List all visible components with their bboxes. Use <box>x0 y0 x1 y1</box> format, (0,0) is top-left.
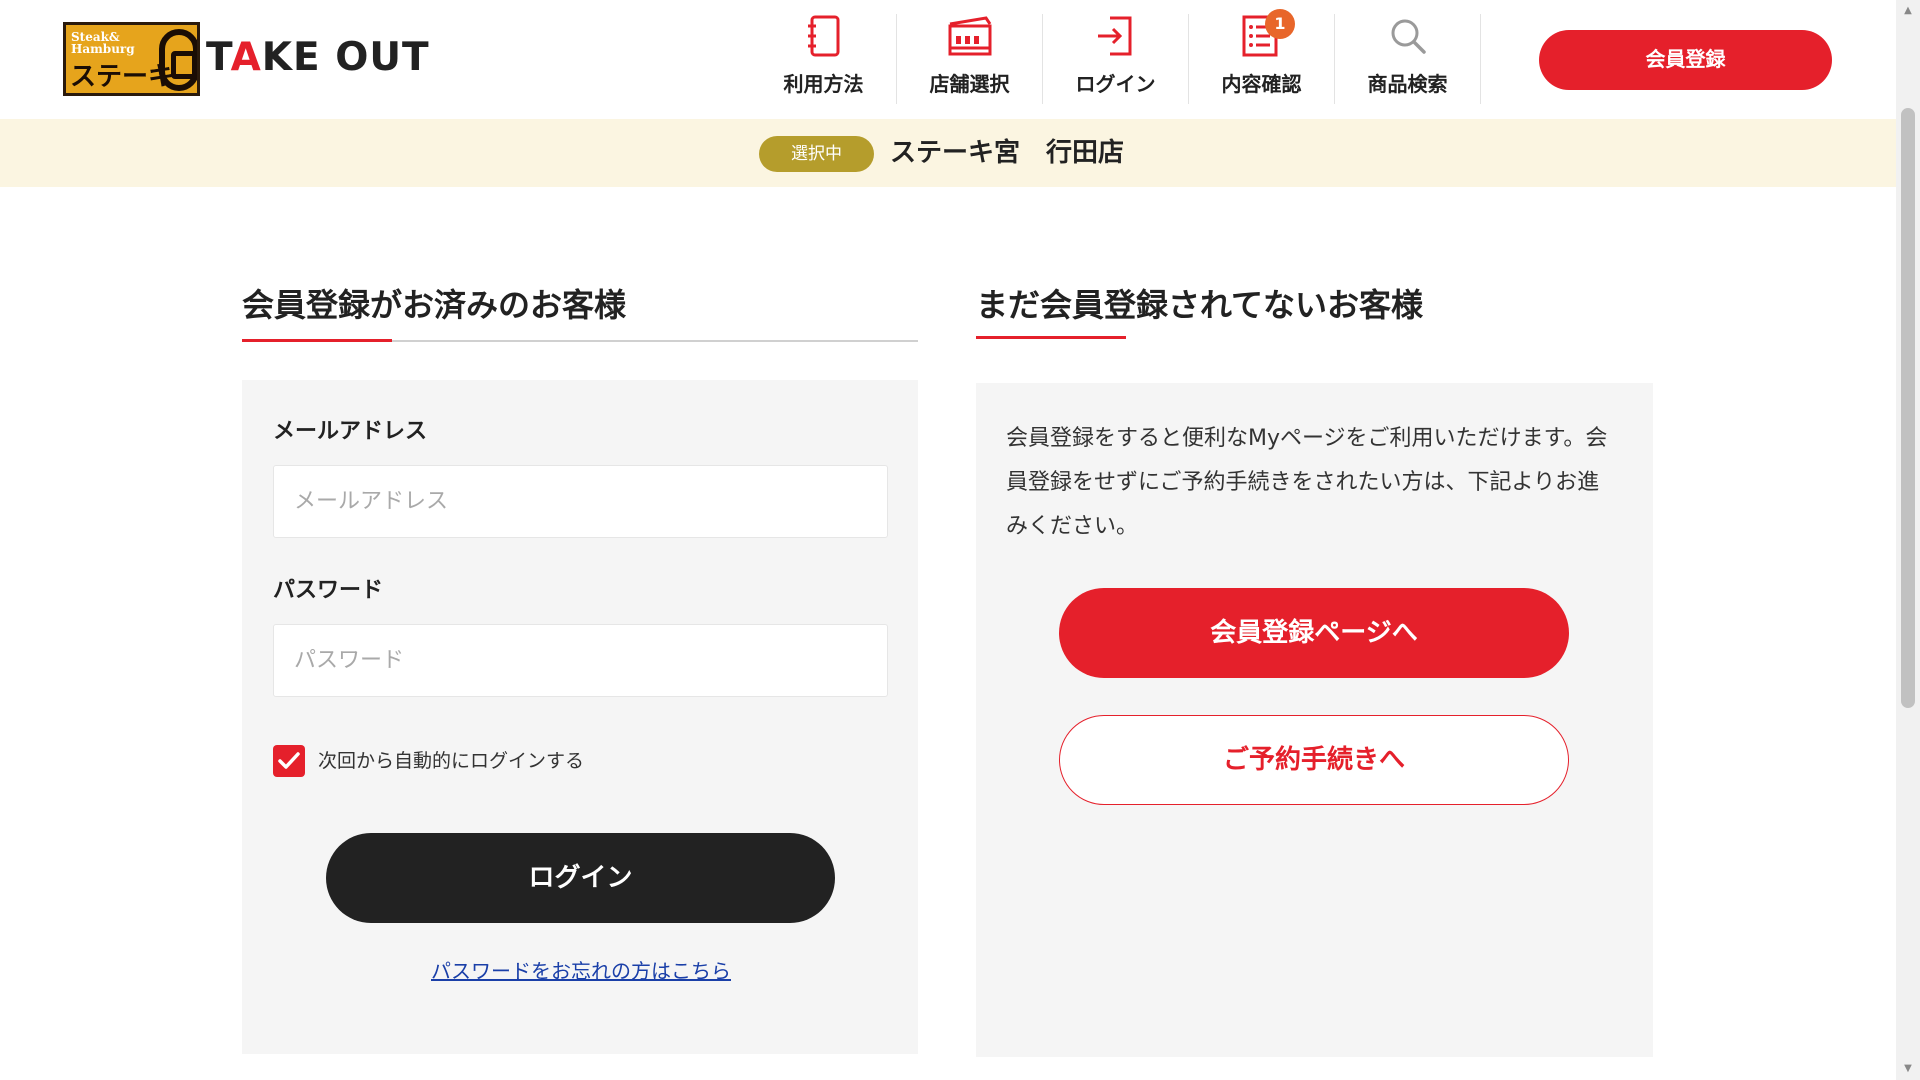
nav-item-guide[interactable]: 利用方法 <box>751 14 897 104</box>
nav-item-store-select[interactable]: 店舗選択 <box>897 14 1043 104</box>
logo-miya-mark-icon <box>159 29 197 91</box>
forgot-password-link[interactable]: パスワードをお忘れの方はこちら <box>372 957 790 985</box>
nav-label-login: ログイン <box>1075 72 1156 96</box>
takeout-a: A <box>230 35 262 80</box>
selected-store-bar: 選択中 ステーキ宮 行田店 <box>0 119 1896 187</box>
nav-label-guide: 利用方法 <box>783 72 864 96</box>
guide-book-icon <box>800 14 848 60</box>
takeout-wordmark: TAKE OUT <box>206 34 430 82</box>
auto-login-label[interactable]: 次回から自動的にログインする <box>318 747 584 775</box>
search-icon <box>1384 14 1432 60</box>
checkmark-icon <box>278 752 300 769</box>
store-icon <box>946 14 994 60</box>
login-button[interactable]: ログイン <box>326 833 835 923</box>
page: Steak& Hamburg ステーキ TAKE OUT 利用方法 店舗選択 ロ… <box>0 0 1920 1080</box>
member-login-title: 会員登録がお済みのお客様 <box>242 286 627 324</box>
nav-label-product-search: 商品検索 <box>1367 72 1448 96</box>
nav-item-login[interactable]: ログイン <box>1043 14 1189 104</box>
nav-item-order-review[interactable]: 内容確認 <box>1189 14 1335 104</box>
logo-steak-hamburg-text: Steak& Hamburg <box>71 30 135 56</box>
cart-count-badge: 1 <box>1265 9 1295 39</box>
takeout-rest: KE OUT <box>261 35 430 80</box>
guest-title-accent <box>976 336 1126 339</box>
guest-description: 会員登録をすると便利なMyページをご利用いただけます。会員登録をせずにご予約手続… <box>1006 426 1608 539</box>
auto-login-checkbox[interactable] <box>273 745 305 777</box>
nav-item-product-search[interactable]: 商品検索 <box>1335 14 1481 104</box>
takeout-t: T <box>206 35 231 80</box>
email-input[interactable] <box>273 465 888 538</box>
guest-title: まだ会員登録されてないお客様 <box>976 286 1424 324</box>
steak-miya-logo[interactable]: Steak& Hamburg ステーキ <box>63 22 200 96</box>
selected-store-name: ステーキ宮 行田店 <box>890 138 1125 168</box>
store-status-pill: 選択中 <box>759 136 874 172</box>
password-label: パスワード <box>273 578 384 603</box>
member-login-title-accent <box>242 339 392 342</box>
page-scrollbar[interactable]: ▲ ▼ <box>1896 0 1920 1080</box>
register-page-button[interactable]: 会員登録ページへ <box>1059 588 1569 678</box>
login-icon <box>1092 14 1140 60</box>
scroll-up-arrow-icon[interactable]: ▲ <box>1896 0 1920 22</box>
scroll-thumb[interactable] <box>1901 108 1915 708</box>
main-nav: 利用方法 店舗選択 ログイン 内容確認 商品検索 <box>751 14 1481 104</box>
header-register-button[interactable]: 会員登録 <box>1539 30 1832 90</box>
nav-label-store-select: 店舗選択 <box>929 72 1010 96</box>
site-header: Steak& Hamburg ステーキ TAKE OUT 利用方法 店舗選択 ロ… <box>0 0 1896 119</box>
password-input[interactable] <box>273 624 888 697</box>
scroll-down-arrow-icon[interactable]: ▼ <box>1896 1058 1920 1080</box>
email-label: メールアドレス <box>273 419 428 444</box>
nav-label-order-review: 内容確認 <box>1221 72 1302 96</box>
reserve-procedure-button[interactable]: ご予約手続きへ <box>1059 715 1569 805</box>
